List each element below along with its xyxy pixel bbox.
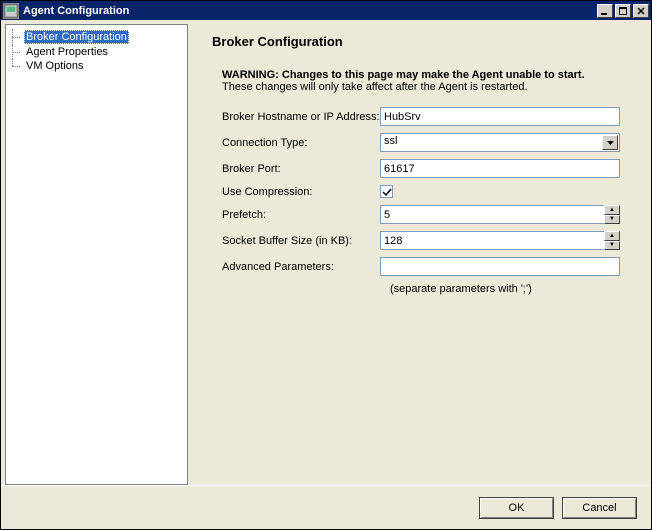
warning-block: WARNING: Changes to this page may make t… [222,69,623,93]
row-broker-port: Broker Port: [212,159,623,178]
sidebar-item-broker-configuration[interactable]: Broker Configuration [6,29,187,45]
row-use-compression: Use Compression: [212,185,623,198]
socket-buffer-spinner[interactable]: ▲ ▼ [380,231,620,250]
spinner-up-button[interactable]: ▲ [604,231,620,241]
use-compression-checkbox[interactable] [380,185,393,198]
spinner-down-button[interactable]: ▼ [604,241,620,251]
sidebar-item-label: VM Options [24,60,85,72]
label-advanced-params: Advanced Parameters: [212,261,380,273]
spinner-buttons: ▲ ▼ [604,205,620,224]
chevron-down-icon[interactable] [602,135,618,150]
content-area: Broker Configuration Agent Properties VM… [1,20,651,485]
socket-buffer-input[interactable] [380,231,605,250]
broker-host-input[interactable] [380,107,620,126]
spinner-down-button[interactable]: ▼ [604,215,620,225]
row-connection-type: Connection Type: ssl [212,133,623,152]
page-title: Broker Configuration [212,34,623,49]
check-icon [382,187,392,197]
sidebar-tree[interactable]: Broker Configuration Agent Properties VM… [5,24,188,485]
footer-buttons: OK Cancel [1,485,651,529]
prefetch-input[interactable] [380,205,605,224]
row-advanced-params: Advanced Parameters: [212,257,623,276]
cancel-button[interactable]: Cancel [562,497,637,519]
row-socket-buffer: Socket Buffer Size (in KB): ▲ ▼ [212,231,623,250]
warning-text: WARNING: Changes to this page may make t… [222,69,623,81]
sidebar-item-vm-options[interactable]: VM Options [6,59,187,73]
connection-type-value: ssl [381,134,601,151]
label-socket-buffer: Socket Buffer Size (in KB): [212,235,380,247]
window-buttons [595,4,649,18]
advanced-params-input[interactable] [380,257,620,276]
row-prefetch: Prefetch: ▲ ▼ [212,205,623,224]
connection-type-select[interactable]: ssl [380,133,620,152]
ok-button[interactable]: OK [479,497,554,519]
sidebar-item-label: Broker Configuration [24,30,129,44]
app-icon [3,3,19,19]
sidebar-item-agent-properties[interactable]: Agent Properties [6,45,187,59]
label-broker-port: Broker Port: [212,163,380,175]
sidebar-item-label: Agent Properties [24,46,110,58]
warning-note: These changes will only take affect afte… [222,81,623,93]
label-prefetch: Prefetch: [212,209,380,221]
prefetch-spinner[interactable]: ▲ ▼ [380,205,620,224]
titlebar: Agent Configuration [1,1,651,20]
broker-port-input[interactable] [380,159,620,178]
window-title: Agent Configuration [23,5,595,17]
label-use-compression: Use Compression: [212,186,380,198]
main-panel: Broker Configuration WARNING: Changes to… [188,24,647,485]
close-button[interactable] [633,4,649,18]
maximize-button[interactable] [615,4,631,18]
spinner-up-button[interactable]: ▲ [604,205,620,215]
row-broker-host: Broker Hostname or IP Address: [212,107,623,126]
minimize-button[interactable] [597,4,613,18]
spinner-buttons: ▲ ▼ [604,231,620,250]
label-connection-type: Connection Type: [212,137,380,149]
advanced-params-hint: (separate parameters with ';') [212,283,623,295]
label-broker-host: Broker Hostname or IP Address: [212,111,380,123]
